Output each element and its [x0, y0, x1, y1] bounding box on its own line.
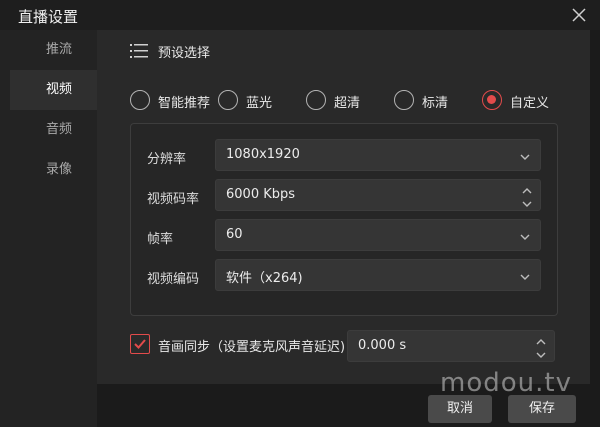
video-settings-panel: 预设选择 智能推荐 蓝光 超清 标清 自定义 分辨率 1080x1920 视频码… [97, 30, 590, 384]
radio-circle[interactable] [482, 90, 502, 110]
audio-delay-value: 0.000 s [358, 338, 407, 353]
sidebar-item-stream[interactable]: 推流 [10, 30, 97, 70]
list-icon [130, 44, 148, 62]
sidebar-item-video[interactable]: 视频 [10, 70, 97, 110]
bitrate-label: 视频码率 [147, 192, 200, 207]
sidebar-item-label: 视频 [46, 82, 73, 97]
resolution-value: 1080x1920 [226, 147, 300, 162]
chevron-down-icon[interactable] [520, 270, 530, 285]
av-sync-checkbox[interactable] [130, 334, 150, 354]
close-icon[interactable] [568, 4, 590, 26]
sidebar-item-label: 推流 [46, 42, 73, 57]
radio-circle[interactable] [394, 90, 414, 110]
framerate-label: 帧率 [147, 232, 174, 247]
radio-label: 蓝光 [246, 96, 273, 111]
chevron-down-icon[interactable] [536, 348, 546, 363]
save-button[interactable]: 保存 [508, 395, 576, 423]
chevron-down-icon[interactable] [520, 150, 530, 165]
resolution-select[interactable]: 1080x1920 [215, 139, 541, 171]
radio-label: 标清 [422, 96, 449, 111]
framerate-select[interactable]: 60 [215, 219, 541, 251]
audio-delay-spinbox[interactable]: 0.000 s [347, 330, 555, 362]
sidebar-item-label: 录像 [46, 162, 73, 177]
chevron-down-icon[interactable] [522, 197, 532, 212]
radio-label: 自定义 [510, 96, 550, 111]
custom-settings-group: 分辨率 1080x1920 视频码率 6000 Kbps 帧率 60 视频编码 [130, 123, 558, 316]
window-title: 直播设置 [18, 8, 79, 26]
sidebar-item-audio[interactable]: 音频 [10, 110, 97, 150]
encoder-value: 软件（x264) [226, 271, 303, 286]
radio-circle[interactable] [218, 90, 238, 110]
watermark: modou.tv [440, 368, 572, 398]
encoder-label: 视频编码 [147, 272, 200, 287]
radio-circle[interactable] [306, 90, 326, 110]
resolution-label: 分辨率 [147, 152, 187, 167]
av-sync-label: 音画同步（设置麦克风声音延迟) [158, 340, 346, 355]
title-bar: 直播设置 [0, 0, 600, 30]
encoder-select[interactable]: 软件（x264) [215, 259, 541, 291]
preset-title-label: 预设选择 [158, 46, 211, 61]
radio-label: 智能推荐 [158, 96, 211, 111]
framerate-value: 60 [226, 227, 243, 242]
cancel-button[interactable]: 取消 [428, 395, 492, 423]
sidebar-item-label: 音频 [46, 122, 73, 137]
radio-circle[interactable] [130, 90, 150, 110]
radio-label: 超清 [334, 96, 361, 111]
bitrate-value: 6000 Kbps [226, 187, 296, 202]
sidebar-item-recording[interactable]: 录像 [10, 150, 97, 190]
chevron-down-icon[interactable] [520, 230, 530, 245]
sidebar: 推流 视频 音频 录像 [0, 30, 97, 427]
bitrate-spinbox[interactable]: 6000 Kbps [215, 179, 541, 211]
